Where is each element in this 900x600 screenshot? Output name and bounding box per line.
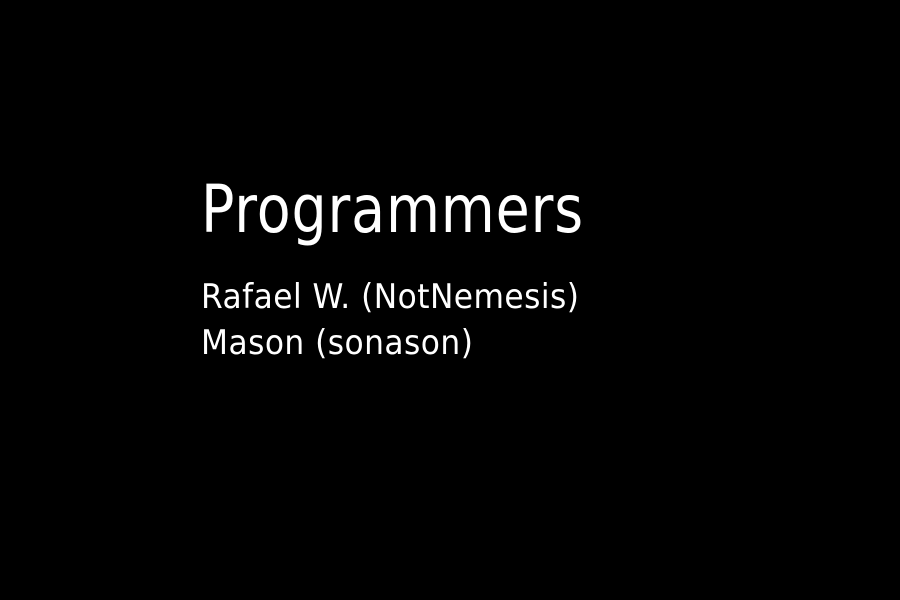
credits-block: Programmers Rafael W. (NotNemesis) Mason… xyxy=(201,168,657,366)
credit-name-rafael: Rafael W. (NotNemesis) xyxy=(201,277,580,317)
credit-list: Rafael W. (NotNemesis) Mason (sonason) xyxy=(201,274,657,366)
credit-name-mason: Mason (sonason) xyxy=(201,323,474,363)
credits-section-title: Programmers xyxy=(201,171,584,248)
credits-screen: Programmers Rafael W. (NotNemesis) Mason… xyxy=(0,0,900,600)
